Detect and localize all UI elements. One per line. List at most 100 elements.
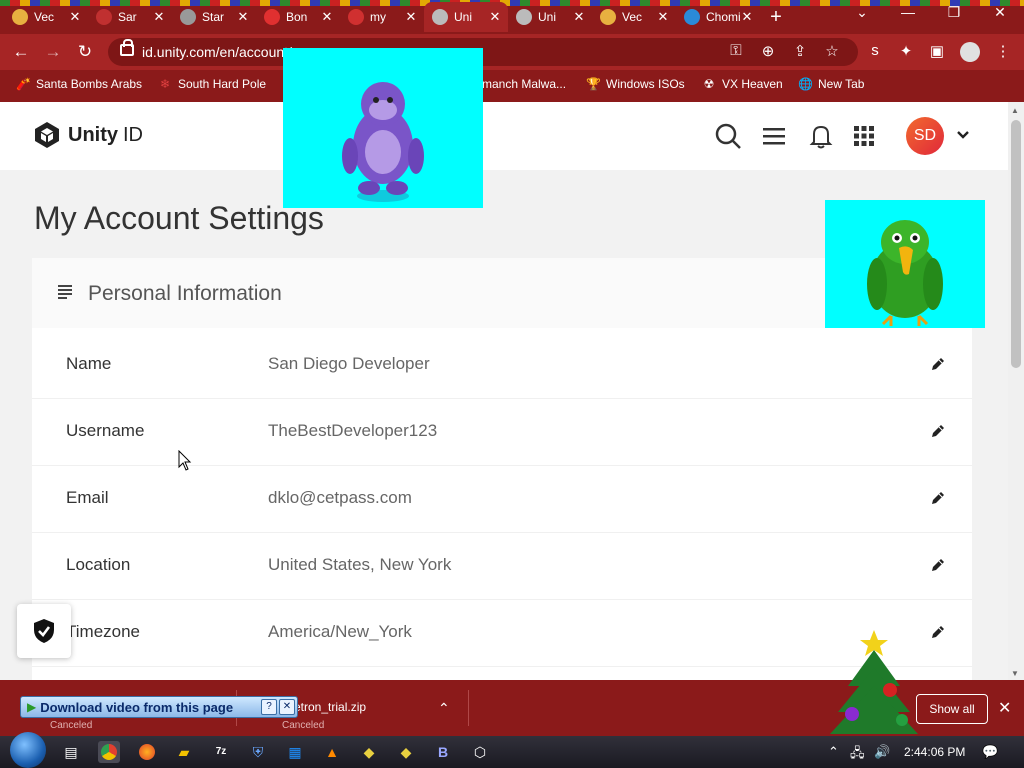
bookmark-item[interactable]: 🧨 Santa Bombs Arabs: [16, 77, 142, 91]
browser-tab[interactable]: Uni ✕: [508, 2, 592, 32]
bookmark-item[interactable]: ❄ South Hard Pole: [158, 77, 266, 91]
vlc-app-icon[interactable]: ▲: [321, 741, 343, 763]
close-icon[interactable]: ✕: [656, 9, 670, 25]
download-options-chevron-icon[interactable]: ⌃: [438, 700, 450, 717]
taskbar-clock[interactable]: 2:44:06 PM: [904, 745, 965, 759]
notifications-icon[interactable]: 💬: [982, 744, 998, 760]
close-downloads-icon[interactable]: ✕: [998, 698, 1011, 718]
tray-overflow-chevron-icon[interactable]: ⌃: [828, 744, 839, 760]
field-label: Email: [66, 488, 109, 507]
browser-tab-active[interactable]: Uni ✕: [424, 2, 508, 32]
edit-pencil-icon[interactable]: [930, 490, 946, 506]
profile-avatar-icon[interactable]: [960, 42, 980, 62]
browser-tab[interactable]: my ✕: [340, 2, 424, 32]
edit-pencil-icon[interactable]: [930, 356, 946, 372]
privacy-shield-button[interactable]: [17, 604, 71, 658]
reload-icon[interactable]: ↻: [74, 42, 96, 62]
green-parrot-image: [867, 220, 943, 326]
unity-id-logo[interactable]: Unity ID: [32, 120, 143, 150]
close-icon[interactable]: ✕: [740, 9, 754, 25]
extension-s-icon[interactable]: s: [864, 42, 886, 59]
close-icon[interactable]: ✕: [320, 9, 334, 25]
notification-bell-icon[interactable]: [807, 122, 835, 150]
address-bar[interactable]: id.unity.com/en/account/... ⚿ ⊕ ⇪ ☆: [108, 38, 858, 66]
scroll-down-icon[interactable]: ▼: [1011, 669, 1019, 678]
tab-search-icon[interactable]: ⌄: [842, 4, 882, 21]
new-tab-button[interactable]: +: [765, 6, 787, 29]
user-avatar[interactable]: SD: [906, 117, 944, 155]
file-explorer-icon[interactable]: ▰: [173, 741, 195, 763]
edit-pencil-icon[interactable]: [930, 423, 946, 439]
app-icon[interactable]: ◆: [358, 741, 380, 763]
extensions-puzzle-icon[interactable]: ✦: [895, 42, 917, 60]
more-menu-icon[interactable]: ⋮: [992, 42, 1014, 60]
browser-tab[interactable]: Vec ✕: [4, 2, 88, 32]
hamburger-menu-icon[interactable]: [760, 122, 788, 150]
7zip-app-icon[interactable]: 7z: [210, 741, 232, 763]
close-icon[interactable]: ✕: [68, 9, 82, 25]
browser-tab[interactable]: Sar ✕: [88, 2, 172, 32]
close-icon[interactable]: ✕: [279, 699, 295, 715]
start-button[interactable]: [10, 732, 46, 768]
bookmark-item[interactable]: rmanch Malwa...: [478, 77, 566, 91]
close-icon[interactable]: ✕: [488, 9, 502, 25]
close-icon[interactable]: ✕: [152, 9, 166, 25]
app-icon[interactable]: ◆: [395, 741, 417, 763]
task-view-icon[interactable]: ▤: [60, 741, 82, 763]
bookmark-star-icon[interactable]: ☆: [822, 42, 842, 60]
close-icon[interactable]: ✕: [572, 9, 586, 25]
browser-tab[interactable]: Star ✕: [172, 2, 256, 32]
green-parrot-popup[interactable]: [825, 200, 985, 328]
side-panel-icon[interactable]: ▣: [926, 42, 948, 60]
bookmark-item[interactable]: 🏆 Windows ISOs: [586, 77, 685, 91]
download-video-helper-button[interactable]: ▶ Download video from this page ? ✕: [20, 696, 298, 718]
chrome-app-icon[interactable]: [98, 741, 120, 763]
windows-store-icon[interactable]: ▦: [284, 741, 306, 763]
bonzi-purple-gorilla-popup[interactable]: [283, 48, 483, 208]
page-scrollbar[interactable]: ▲ ▼: [1008, 102, 1024, 680]
chevron-down-icon[interactable]: [955, 127, 971, 143]
tab-favicon: [432, 9, 448, 25]
minimize-icon[interactable]: —: [888, 4, 928, 20]
back-icon[interactable]: ←: [10, 42, 32, 62]
show-all-downloads-button[interactable]: Show all: [916, 694, 988, 724]
browser-tab[interactable]: Bon ✕: [256, 2, 340, 32]
share-icon[interactable]: ⇪: [790, 42, 810, 60]
close-icon[interactable]: ✕: [404, 9, 418, 25]
download-status: Canceled: [282, 720, 325, 731]
tab-favicon: [684, 9, 700, 25]
shield-app-icon[interactable]: ⛨: [247, 741, 269, 763]
search-icon[interactable]: [714, 122, 742, 150]
key-icon[interactable]: ⚿: [726, 42, 746, 59]
zoom-icon[interactable]: ⊕: [758, 42, 778, 60]
brand-name: Unity: [68, 123, 118, 146]
bookmark-item[interactable]: 🌐 New Tab: [798, 77, 864, 91]
downloads-bar: Canceled cketron_trial.zip Canceled ⌃ ▶ …: [0, 630, 1024, 736]
network-icon[interactable]: 🖧: [850, 744, 865, 766]
edit-pencil-icon[interactable]: [930, 624, 946, 640]
url-text[interactable]: id.unity.com/en/account/...: [142, 44, 304, 60]
firefox-app-icon[interactable]: [136, 741, 158, 763]
close-window-icon[interactable]: ✕: [980, 4, 1020, 21]
browser-tab[interactable]: Chomik✕: [676, 2, 760, 32]
forward-icon[interactable]: →: [42, 42, 64, 62]
scroll-up-icon[interactable]: ▲: [1011, 106, 1019, 115]
unity-hub-icon[interactable]: ⬡: [469, 741, 491, 763]
download-item[interactable]: cketron_trial.zip Canceled: [272, 686, 462, 731]
lock-icon[interactable]: [120, 39, 134, 56]
volume-icon[interactable]: 🔊: [874, 744, 890, 760]
bookmark-item[interactable]: ☢ VX Heaven: [702, 77, 783, 91]
field-label: Name: [66, 354, 112, 373]
close-icon[interactable]: ✕: [236, 9, 250, 25]
scrollbar-thumb[interactable]: [1011, 120, 1021, 368]
purple-gorilla-image: [342, 82, 424, 202]
field-row-username: Username TheBestDeveloper123: [32, 399, 972, 466]
browser-tab[interactable]: Vec ✕: [592, 2, 676, 32]
help-icon[interactable]: ?: [261, 699, 277, 715]
tab-title: Sar: [118, 10, 137, 24]
app-b-icon[interactable]: B: [432, 741, 454, 763]
field-row-location: Location United States, New York: [32, 533, 972, 600]
edit-pencil-icon[interactable]: [930, 557, 946, 573]
apps-grid-icon[interactable]: [850, 122, 878, 150]
restore-icon[interactable]: ❐: [934, 4, 974, 21]
